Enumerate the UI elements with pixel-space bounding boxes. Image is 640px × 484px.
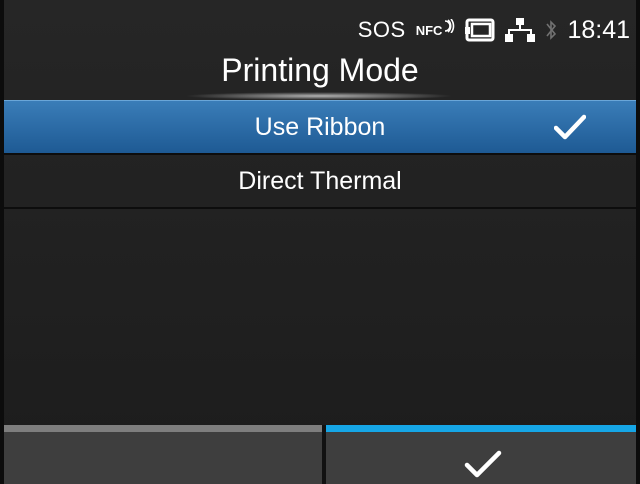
- bluetooth-icon: [546, 20, 557, 40]
- checkmark-icon: [554, 114, 586, 140]
- option-use-ribbon[interactable]: Use Ribbon: [4, 100, 636, 155]
- nfc-icon: NFC: [415, 18, 456, 38]
- printer-screen: SOS NFC 18:41 Printing Mode Use Ribbon D…: [4, 0, 636, 484]
- status-bar: SOS NFC 18:41: [358, 10, 630, 50]
- nfc-label: NFC: [415, 22, 443, 38]
- option-label: Use Ribbon: [254, 113, 386, 141]
- network-icon: [505, 18, 536, 42]
- sos-indicator: SOS: [357, 17, 406, 42]
- back-softkey[interactable]: [4, 425, 322, 484]
- clock: 18:41: [567, 15, 630, 44]
- sd-card-icon: [465, 18, 495, 42]
- option-label: Direct Thermal: [238, 167, 402, 195]
- softkey-bar: [4, 425, 636, 484]
- page-title: Printing Mode: [221, 52, 419, 88]
- title-underline-glow: [184, 92, 454, 100]
- confirm-softkey[interactable]: [326, 425, 636, 484]
- option-list: Use Ribbon Direct Thermal: [4, 100, 636, 209]
- option-direct-thermal[interactable]: Direct Thermal: [4, 155, 636, 209]
- checkmark-icon: [464, 450, 502, 478]
